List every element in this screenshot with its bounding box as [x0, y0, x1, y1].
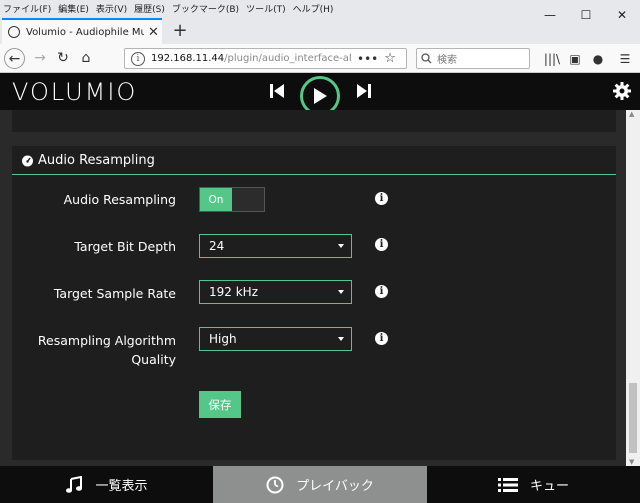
- resampling-toggle[interactable]: On: [199, 187, 265, 212]
- menu-help[interactable]: ヘルプ(H): [293, 2, 334, 15]
- quality-label-line1: Resampling Algorithm: [37, 333, 176, 348]
- hamburger-menu-icon[interactable]: ☰: [616, 50, 634, 68]
- search-placeholder: 検索: [437, 55, 457, 66]
- settings-gear-icon[interactable]: [612, 81, 632, 101]
- magnifier-icon: [421, 53, 432, 64]
- url-path: /plugin/audio_interface-als: [224, 53, 351, 64]
- reload-icon[interactable]: ↻: [52, 47, 74, 69]
- bit-depth-label: Target Bit Depth: [74, 239, 176, 254]
- window-controls: — ☐ ✕: [532, 0, 640, 44]
- tab-playback-label: プレイバック: [296, 479, 374, 494]
- caret-down-icon: [338, 244, 344, 248]
- caret-down-icon: [338, 337, 344, 341]
- scroll-down-icon[interactable]: ▼: [629, 458, 634, 466]
- save-button[interactable]: 保存: [199, 391, 241, 418]
- toggle-on-state: On: [200, 188, 232, 211]
- url-host: 192.168.11.44: [151, 53, 225, 64]
- quality-select[interactable]: High: [199, 327, 352, 351]
- tab-browse[interactable]: 一覧表示: [0, 466, 213, 503]
- bookmark-star-icon[interactable]: ☆: [384, 51, 396, 66]
- new-tab-button[interactable]: +: [168, 18, 192, 42]
- sample-rate-value: 192 kHz: [209, 285, 258, 299]
- bottom-tab-bar: 一覧表示 プレイバック キュー: [0, 466, 640, 503]
- library-icon[interactable]: |||\: [543, 50, 561, 68]
- url-text[interactable]: 192.168.11.44/plugin/audio_interface-als: [151, 53, 351, 64]
- forward-button[interactable]: →: [29, 47, 51, 69]
- menu-history[interactable]: 履歴(S): [134, 2, 165, 15]
- home-icon[interactable]: ⌂: [75, 47, 97, 69]
- resampling-info-icon[interactable]: i: [375, 192, 388, 205]
- extension-icon[interactable]: ●: [589, 50, 607, 68]
- minimize-icon[interactable]: —: [532, 0, 568, 30]
- menu-bookmarks[interactable]: ブックマーク(B): [172, 2, 239, 15]
- dashboard-gauge-icon: [22, 155, 33, 166]
- url-bar[interactable]: i 192.168.11.44/plugin/audio_interface-a…: [124, 48, 407, 69]
- menu-file[interactable]: ファイル(F): [3, 2, 51, 15]
- previous-section-panel: [12, 110, 616, 132]
- music-note-icon: [66, 475, 83, 493]
- section-title: Audio Resampling: [38, 152, 155, 168]
- audio-resampling-section: Audio Resampling Audio Resampling On i T…: [12, 146, 616, 460]
- tab-title: Volumio - Audiophile Music Pla: [26, 26, 144, 38]
- sample-rate-info-icon[interactable]: i: [375, 285, 388, 298]
- quality-value: High: [209, 332, 237, 346]
- settings-content: Audio Resampling Audio Resampling On i T…: [0, 110, 626, 466]
- scroll-up-icon[interactable]: ▲: [629, 110, 634, 118]
- resampling-label: Audio Resampling: [63, 192, 176, 207]
- search-field[interactable]: 検索: [416, 48, 530, 69]
- quality-label: Resampling Algorithm Quality: [38, 331, 176, 369]
- site-info-icon[interactable]: i: [131, 51, 145, 66]
- browser-tab[interactable]: Volumio - Audiophile Music Pla ✕: [2, 18, 162, 44]
- back-button[interactable]: ←: [4, 48, 25, 69]
- quality-label-line2: Quality: [131, 352, 176, 367]
- browser-navbar: ← → ↻ ⌂ i 192.168.11.44/plugin/audio_int…: [0, 44, 640, 73]
- previous-track-icon[interactable]: [269, 82, 285, 100]
- tab-browse-label: 一覧表示: [95, 479, 148, 494]
- bit-depth-value: 24: [209, 239, 225, 253]
- toggle-off-area: [232, 188, 264, 211]
- page-scrollbar[interactable]: ▲ ▼: [626, 110, 640, 466]
- scroll-thumb[interactable]: [629, 383, 637, 453]
- volumio-logo[interactable]: VOLUMIO: [12, 78, 137, 106]
- caret-down-icon: [338, 290, 344, 294]
- bit-depth-select[interactable]: 24: [199, 234, 352, 258]
- quality-info-icon[interactable]: i: [375, 332, 388, 345]
- play-icon: [314, 88, 327, 104]
- sidebar-icon[interactable]: ▣: [566, 50, 584, 68]
- bit-depth-info-icon[interactable]: i: [375, 238, 388, 251]
- menu-tools[interactable]: ツール(T): [246, 2, 286, 15]
- list-icon: [497, 477, 518, 492]
- next-track-icon[interactable]: [356, 82, 372, 100]
- tab-playback[interactable]: プレイバック: [213, 466, 427, 503]
- tab-queue-label: キュー: [529, 479, 569, 494]
- page-actions-icon[interactable]: •••: [357, 52, 378, 66]
- menu-view[interactable]: 表示(V): [96, 2, 127, 15]
- section-header: Audio Resampling: [12, 146, 616, 175]
- clock-icon: [266, 476, 284, 493]
- close-window-icon[interactable]: ✕: [604, 0, 640, 30]
- volumio-favicon-icon: [8, 26, 20, 38]
- menu-edit[interactable]: 編集(E): [58, 2, 89, 15]
- maximize-icon[interactable]: ☐: [568, 0, 604, 30]
- tab-close-icon[interactable]: ✕: [148, 25, 159, 40]
- sample-rate-select[interactable]: 192 kHz: [199, 280, 352, 304]
- sample-rate-label: Target Sample Rate: [53, 286, 176, 301]
- tab-queue[interactable]: キュー: [427, 466, 640, 503]
